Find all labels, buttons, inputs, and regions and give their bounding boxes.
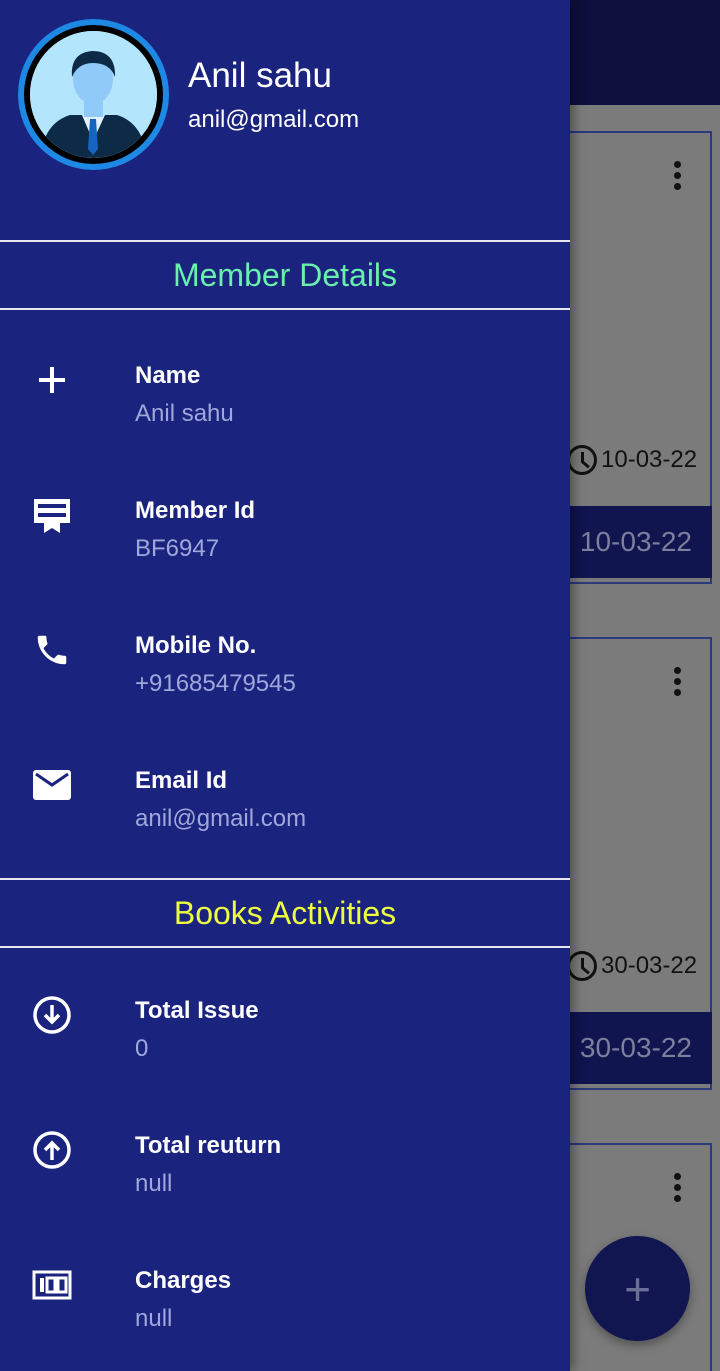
books-activities-heading: Books Activities [0,878,570,948]
clock-icon [567,951,597,981]
list-item-charges[interactable]: Charges null [0,1243,570,1371]
profile-name: Anil sahu [188,56,332,95]
member-details-heading: Member Details [0,240,570,310]
item-value: anil@gmail.com [135,805,307,832]
date-bar: 10-03-22 [557,506,712,578]
item-value: Anil sahu [135,400,234,427]
add-icon: + [624,1262,651,1315]
item-label: Total reuturn [135,1132,282,1159]
due-date: 10-03-22 [567,445,697,475]
person-avatar-icon [30,31,157,158]
book-card[interactable]: 10-03-22 10-03-22 [555,131,712,584]
more-vert-icon[interactable] [674,161,682,194]
date-bar: 30-03-22 [557,1012,712,1084]
item-value: BF6947 [135,535,220,562]
list-item-name[interactable]: Name Anil sahu [0,338,570,473]
list-item-total-issue[interactable]: Total Issue 0 [0,973,570,1108]
book-card[interactable]: 30-03-22 30-03-22 [555,637,712,1090]
item-label: Member Id [135,497,256,524]
member-details-list: Name Anil sahu Member Id BF6947 Mobile N… [0,310,570,878]
more-vert-icon[interactable] [674,1173,682,1206]
item-label: Email Id [135,767,228,794]
item-label: Name [135,362,201,389]
item-value: null [135,1305,173,1332]
item-value: null [135,1170,173,1197]
clock-icon [567,445,597,475]
item-label: Mobile No. [135,632,257,659]
profile-email: anil@gmail.com [188,106,360,133]
list-item-mobile[interactable]: Mobile No. +91685479545 [0,608,570,743]
navigation-drawer: Anil sahu anil@gmail.com Member Details … [0,0,570,1371]
item-label: Charges [135,1267,232,1294]
add-fab-button[interactable]: + [585,1236,690,1341]
avatar[interactable] [18,19,169,170]
phone-icon [30,628,74,672]
item-value: +91685479545 [135,670,296,697]
arrow-down-circle-icon [30,993,74,1037]
list-item-total-return[interactable]: Total reuturn null [0,1108,570,1243]
charges-icon [30,1263,74,1307]
email-icon [30,763,74,807]
due-date: 30-03-22 [567,951,697,981]
card-membership-icon [30,493,74,537]
list-item-member-id[interactable]: Member Id BF6947 [0,473,570,608]
books-activities-list: Total Issue 0 Total reuturn null Charges… [0,948,570,1371]
list-item-email[interactable]: Email Id anil@gmail.com [0,743,570,878]
arrow-up-circle-icon [30,1128,74,1172]
more-vert-icon[interactable] [674,667,682,700]
item-label: Total Issue [135,997,259,1024]
item-value: 0 [135,1035,149,1062]
plus-icon [30,358,74,402]
drawer-header: Anil sahu anil@gmail.com [0,0,570,240]
